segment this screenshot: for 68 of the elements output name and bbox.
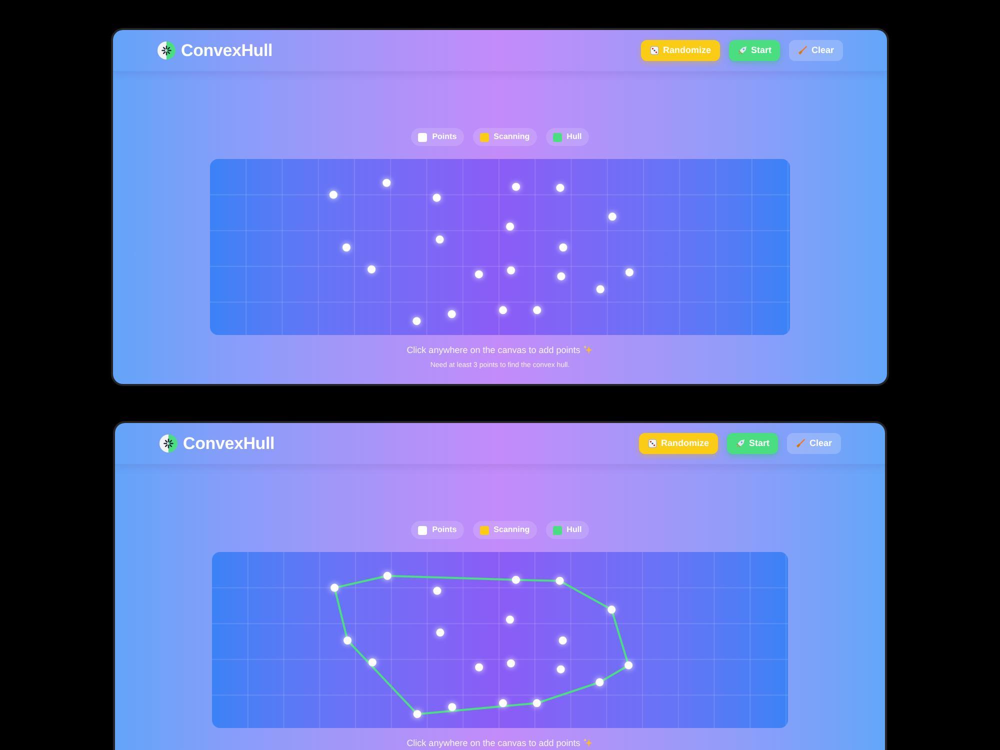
point-marker [432, 194, 441, 202]
start-button[interactable]: Start [728, 40, 780, 61]
point-marker [383, 572, 392, 580]
dice-icon [648, 439, 657, 448]
point-marker [412, 317, 421, 326]
point-marker [532, 699, 541, 708]
point-marker [608, 606, 616, 614]
point-marker [475, 663, 484, 672]
legend-label: Points [432, 525, 457, 535]
drawing-canvas[interactable] [212, 552, 788, 728]
point-marker [559, 244, 568, 252]
legend-label: Points [432, 132, 457, 142]
broom-icon [798, 46, 808, 55]
point-marker [506, 659, 515, 668]
point-marker [507, 266, 516, 274]
legend-label: Hull [566, 132, 582, 142]
point-marker [596, 285, 604, 294]
point-marker [506, 616, 514, 624]
point-marker [448, 703, 456, 712]
clear-button[interactable]: Clear [787, 433, 841, 454]
point-marker [556, 184, 564, 192]
point-marker [342, 244, 350, 252]
point-marker [625, 268, 634, 276]
point-marker [413, 710, 422, 718]
point-marker [596, 678, 604, 686]
sparkle-icon [583, 738, 594, 748]
broom-icon [796, 439, 806, 448]
point-marker [499, 306, 507, 314]
point-marker [624, 661, 633, 670]
app-title: ConvexHull [181, 40, 273, 60]
point-marker [330, 584, 339, 592]
point-marker [368, 658, 376, 666]
point-marker [436, 628, 444, 637]
point-marker [433, 586, 442, 595]
point-marker [499, 699, 507, 708]
legend-label: Scanning [494, 525, 530, 535]
rocket-icon [736, 439, 745, 448]
app-title: ConvexHull [183, 434, 275, 454]
point-marker [558, 636, 567, 644]
point-marker [368, 265, 376, 274]
start-button[interactable]: Start [726, 433, 778, 454]
clear-button[interactable]: Clear [789, 40, 843, 61]
point-marker [382, 178, 391, 187]
rocket-icon [738, 46, 747, 55]
point-marker [506, 222, 514, 231]
randomize-button[interactable]: Randomize [638, 433, 718, 454]
point-marker [512, 576, 520, 584]
drawing-canvas[interactable] [210, 159, 790, 335]
logo-icon [157, 41, 176, 60]
point-marker [608, 212, 616, 221]
legend-label: Scanning [494, 132, 530, 142]
point-marker [556, 576, 564, 585]
point-marker [557, 272, 566, 280]
point-marker [533, 306, 542, 314]
point-marker [474, 270, 483, 278]
point-marker [448, 310, 456, 318]
point-marker [556, 665, 565, 674]
dice-icon [650, 46, 659, 55]
legend-label: Hull [566, 525, 582, 535]
sparkle-icon [583, 345, 594, 355]
point-marker [436, 236, 444, 244]
logo-icon [159, 434, 178, 453]
point-marker [329, 190, 338, 199]
instruction-text: Click anywhere on the canvas to add points [406, 344, 580, 356]
instruction-text: Click anywhere on the canvas to add points [406, 737, 580, 749]
point-marker [512, 182, 520, 191]
randomize-button[interactable]: Randomize [640, 40, 720, 61]
point-marker [344, 636, 352, 644]
